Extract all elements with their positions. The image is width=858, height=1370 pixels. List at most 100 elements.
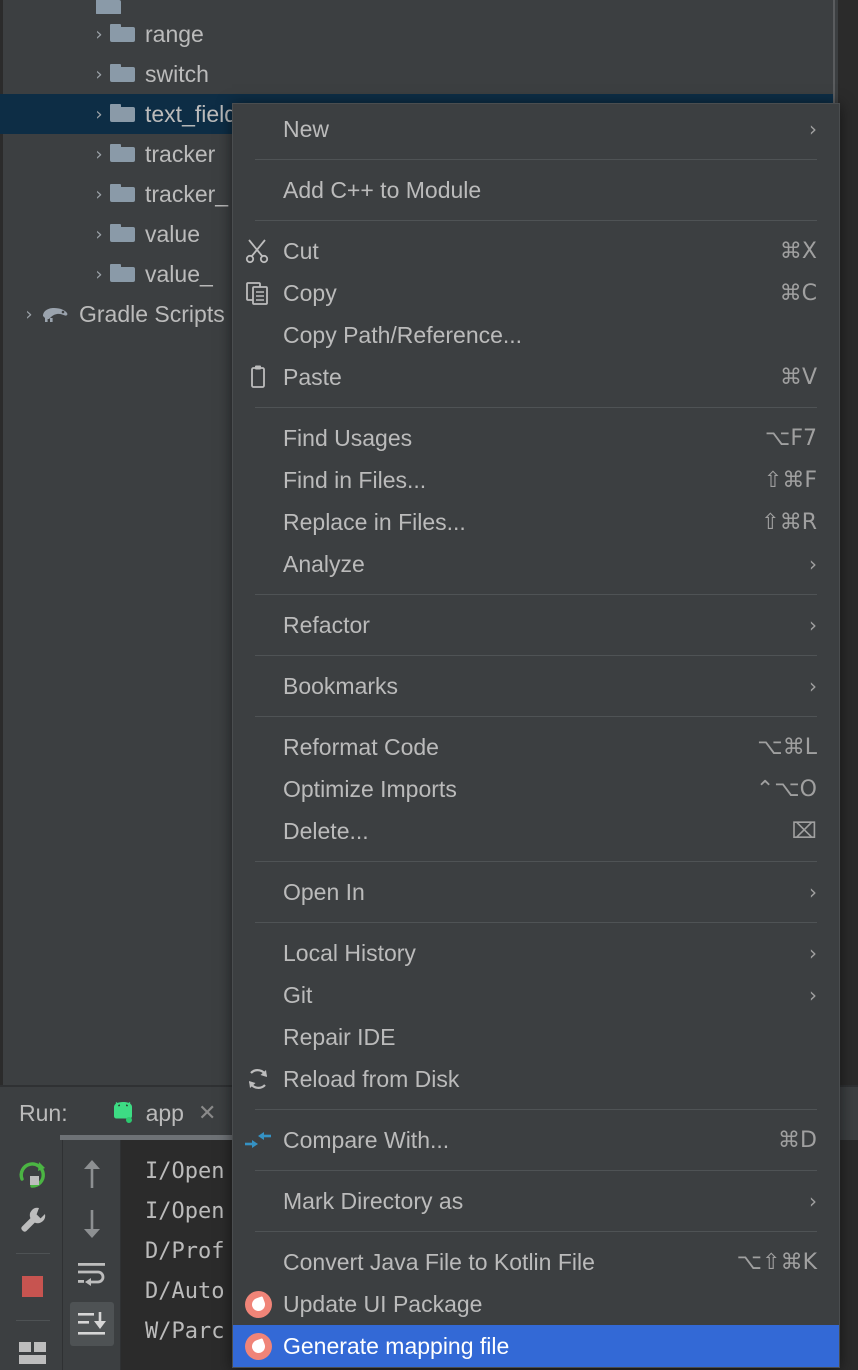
- menu-item-label: Refactor: [283, 611, 370, 638]
- menu-icon-slot: [233, 417, 283, 459]
- tree-row[interactable]: [0, 0, 833, 14]
- menu-item-label: Open In: [283, 878, 365, 905]
- console-scrollbar[interactable]: [60, 1135, 240, 1140]
- menu-item-accel: ⌘C: [779, 280, 817, 306]
- chevron-right-icon[interactable]: ›: [88, 64, 110, 85]
- menu-item-accel: ⌃⌥O: [755, 776, 817, 802]
- menu-item-delete[interactable]: Delete... ⌧: [233, 810, 839, 852]
- menu-item-label: Delete...: [283, 817, 369, 844]
- menu-item-update-ui-package[interactable]: Update UI Package: [233, 1283, 839, 1325]
- chevron-right-icon: ›: [809, 941, 817, 965]
- plugin-icon: [233, 1283, 283, 1325]
- tree-row[interactable]: › range: [0, 14, 833, 54]
- menu-item-bookmarks[interactable]: Bookmarks ›: [233, 665, 839, 707]
- gradle-elephant-icon: [40, 304, 70, 324]
- stop-button[interactable]: [11, 1270, 55, 1304]
- menu-item-compare-with[interactable]: Compare With... ⌘D: [233, 1119, 839, 1161]
- menu-item-new[interactable]: New ›: [233, 108, 839, 150]
- menu-separator: [255, 1170, 817, 1171]
- menu-item-label: New: [283, 115, 330, 142]
- clipboard-icon: [233, 356, 283, 398]
- folder-icon: [110, 224, 136, 244]
- rerun-button[interactable]: [11, 1158, 55, 1192]
- menu-item-label: Compare With...: [283, 1126, 450, 1153]
- tree-item-label: value: [145, 220, 200, 247]
- menu-item-accel: ⌥⌘L: [757, 734, 817, 760]
- menu-icon-slot: [233, 543, 283, 585]
- tab-app-label: app: [145, 1099, 184, 1126]
- run-toolbar-primary: [3, 1140, 63, 1370]
- wrench-icon[interactable]: [11, 1204, 55, 1238]
- menu-item-copy[interactable]: Copy ⌘C: [233, 272, 839, 314]
- menu-item-copy-path-reference[interactable]: Copy Path/Reference...: [233, 314, 839, 356]
- menu-item-find-in-files[interactable]: Find in Files... ⇧⌘F: [233, 459, 839, 501]
- menu-separator: [255, 922, 817, 923]
- menu-item-label: Repair IDE: [283, 1023, 396, 1050]
- folder-icon: [110, 64, 136, 84]
- menu-icon-slot: [233, 810, 283, 852]
- folder-icon: [110, 264, 136, 284]
- chevron-right-icon[interactable]: ›: [88, 104, 110, 125]
- menu-item-paste[interactable]: Paste ⌘V: [233, 356, 839, 398]
- tree-item-label: value_: [145, 260, 213, 287]
- menu-item-label: Mark Directory as: [283, 1187, 464, 1214]
- menu-icon-slot: [233, 108, 283, 150]
- menu-item-label: Convert Java File to Kotlin File: [283, 1248, 595, 1275]
- arrow-down-icon[interactable]: [70, 1202, 114, 1246]
- folder-icon: [110, 104, 136, 124]
- tab-app[interactable]: app ✕: [104, 1087, 221, 1139]
- menu-item-accel: ⌥⇧⌘K: [736, 1249, 817, 1275]
- menu-icon-slot: [233, 604, 283, 646]
- chevron-right-icon[interactable]: ›: [88, 224, 110, 245]
- menu-item-git[interactable]: Git ›: [233, 974, 839, 1016]
- scroll-to-end-icon[interactable]: [69, 1302, 114, 1346]
- menu-separator: [255, 655, 817, 656]
- menu-item-generate-mapping-file[interactable]: Generate mapping file: [233, 1325, 839, 1367]
- layout-settings-icon[interactable]: [11, 1336, 55, 1370]
- plugin-icon: [233, 1325, 283, 1367]
- chevron-right-icon[interactable]: ›: [18, 304, 40, 325]
- tree-item-label: switch: [145, 60, 209, 87]
- menu-item-label: Find in Files...: [283, 466, 427, 493]
- menu-item-repair-ide[interactable]: Repair IDE: [233, 1016, 839, 1058]
- chevron-right-icon[interactable]: ›: [88, 184, 110, 205]
- menu-item-mark-directory-as[interactable]: Mark Directory as ›: [233, 1180, 839, 1222]
- menu-item-optimize-imports[interactable]: Optimize Imports ⌃⌥O: [233, 768, 839, 810]
- menu-separator: [255, 1109, 817, 1110]
- chevron-right-icon: ›: [809, 880, 817, 904]
- folder-icon: [110, 24, 136, 44]
- menu-item-convert-java-to-kotlin[interactable]: Convert Java File to Kotlin File ⌥⇧⌘K: [233, 1241, 839, 1283]
- menu-item-label: Git: [283, 981, 313, 1008]
- menu-item-label: Generate mapping file: [283, 1332, 510, 1359]
- toolbar-separator: [15, 1253, 50, 1255]
- menu-item-local-history[interactable]: Local History ›: [233, 932, 839, 974]
- close-icon[interactable]: ✕: [198, 1100, 216, 1126]
- menu-item-find-usages[interactable]: Find Usages ⌥F7: [233, 417, 839, 459]
- menu-item-cut[interactable]: Cut ⌘X: [233, 230, 839, 272]
- folder-icon: [110, 184, 136, 204]
- soft-wrap-icon[interactable]: [70, 1252, 114, 1296]
- menu-item-accel: ⌘V: [779, 364, 817, 390]
- menu-item-reload-from-disk[interactable]: Reload from Disk: [233, 1058, 839, 1100]
- menu-item-open-in[interactable]: Open In ›: [233, 871, 839, 913]
- menu-item-add-cpp-to-module[interactable]: Add C++ to Module: [233, 169, 839, 211]
- menu-item-replace-in-files[interactable]: Replace in Files... ⇧⌘R: [233, 501, 839, 543]
- tree-row[interactable]: › switch: [0, 54, 833, 94]
- menu-separator: [255, 594, 817, 595]
- run-label: Run:: [19, 1099, 68, 1126]
- menu-item-analyze[interactable]: Analyze ›: [233, 543, 839, 585]
- menu-item-label: Optimize Imports: [283, 775, 457, 802]
- compare-icon: [233, 1119, 283, 1161]
- run-toolbar-secondary: [63, 1140, 121, 1370]
- folder-icon: [110, 144, 136, 164]
- menu-item-reformat-code[interactable]: Reformat Code ⌥⌘L: [233, 726, 839, 768]
- chevron-right-icon: ›: [809, 613, 817, 637]
- chevron-right-icon[interactable]: ›: [88, 24, 110, 45]
- menu-icon-slot: [233, 665, 283, 707]
- arrow-up-icon[interactable]: [70, 1152, 114, 1196]
- chevron-right-icon[interactable]: ›: [88, 144, 110, 165]
- menu-item-refactor[interactable]: Refactor ›: [233, 604, 839, 646]
- copy-icon: [233, 272, 283, 314]
- chevron-right-icon[interactable]: ›: [88, 264, 110, 285]
- tree-item-label: text_field: [145, 100, 238, 127]
